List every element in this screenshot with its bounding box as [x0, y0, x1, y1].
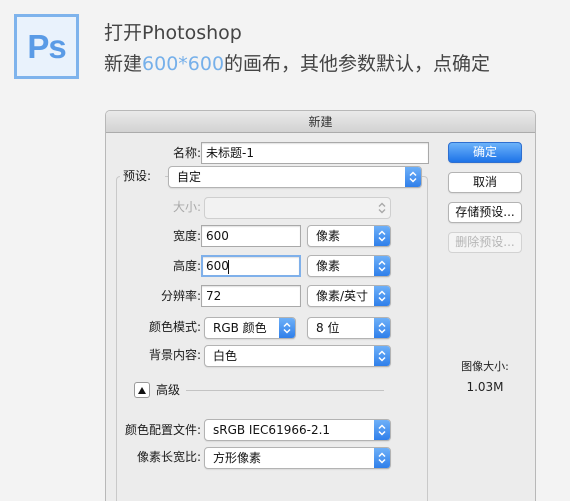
height-label: 高度:	[172, 259, 201, 273]
color-profile-select[interactable]: sRGB IEC61966-2.1	[204, 419, 391, 441]
ok-button[interactable]: 确定	[448, 142, 522, 163]
advanced-label: 高级	[156, 383, 181, 397]
width-label: 宽度:	[172, 229, 201, 243]
dialog-title: 新建	[106, 111, 535, 133]
pixel-aspect-label: 像素长宽比:	[136, 450, 201, 464]
chevron-updown-icon	[374, 318, 390, 338]
pixel-aspect-value: 方形像素	[213, 451, 262, 465]
color-profile-label: 颜色配置文件:	[124, 423, 201, 437]
preset-select[interactable]: 自定	[168, 166, 422, 188]
photoshop-logo-text: Ps	[27, 27, 66, 65]
instruction-line-1: 打开Photoshop	[104, 22, 242, 44]
bit-depth-select[interactable]: 8 位	[307, 317, 391, 339]
width-input[interactable]: 600	[201, 225, 301, 247]
save-preset-button[interactable]: 存储预设...	[448, 202, 522, 223]
height-input[interactable]: 600	[201, 255, 301, 277]
resolution-label: 分辨率:	[160, 289, 201, 303]
color-mode-select[interactable]: RGB 颜色	[204, 317, 296, 339]
color-profile-value: sRGB IEC61966-2.1	[213, 423, 331, 437]
advanced-toggle-button[interactable]	[134, 382, 150, 398]
photoshop-logo-icon: Ps	[14, 14, 79, 79]
chevron-updown-icon	[374, 226, 390, 246]
height-unit-value: 像素	[316, 259, 341, 273]
size-select	[204, 197, 391, 219]
instruction-line-2: 新建600*600的画布，其他参数默认，点确定	[104, 49, 490, 80]
background-value: 白色	[213, 349, 238, 363]
color-mode-label: 颜色模式:	[148, 320, 201, 334]
name-input[interactable]: 未标题-1	[201, 142, 429, 164]
resolution-input[interactable]: 72	[201, 285, 301, 307]
height-value: 600	[206, 259, 229, 273]
cancel-button[interactable]: 取消	[448, 172, 522, 193]
bit-depth-value: 8 位	[316, 321, 340, 335]
image-size-label: 图像大小:	[461, 360, 509, 373]
advanced-divider	[186, 390, 384, 391]
text-caret	[227, 259, 229, 274]
width-unit-value: 像素	[316, 229, 341, 243]
preset-value: 自定	[177, 170, 202, 184]
height-unit-select[interactable]: 像素	[307, 255, 391, 277]
instruction-suffix: 的画布，其他参数默认，点确定	[224, 53, 491, 75]
instruction-text: 打开Photoshop 新建600*600的画布，其他参数默认，点确定	[104, 18, 490, 80]
instruction-highlight: 600*600	[142, 53, 225, 75]
chevron-updown-icon	[374, 346, 390, 366]
background-label: 背景内容:	[148, 348, 201, 362]
name-label: 名称:	[172, 146, 201, 160]
chevron-updown-icon	[279, 318, 295, 338]
color-mode-value: RGB 颜色	[213, 321, 267, 335]
image-size-value: 1.03M	[466, 380, 504, 394]
chevron-updown-icon	[374, 286, 390, 306]
new-document-dialog: 新建 名称: 未标题-1 预设: 自定 大小: 宽度: 600 像素 高度: 6…	[105, 110, 536, 501]
chevron-updown-icon	[374, 448, 390, 468]
resolution-unit-select[interactable]: 像素/英寸	[307, 285, 391, 307]
preset-label: 预设:	[120, 166, 165, 186]
chevron-updown-icon	[405, 167, 421, 187]
chevron-updown-icon	[374, 256, 390, 276]
delete-preset-button: 删除预设...	[448, 232, 522, 253]
instruction-prefix: 新建	[104, 53, 143, 75]
chevron-updown-icon	[374, 420, 390, 440]
background-select[interactable]: 白色	[204, 345, 391, 367]
chevron-updown-icon	[374, 198, 390, 218]
resolution-unit-value: 像素/英寸	[316, 289, 369, 303]
width-unit-select[interactable]: 像素	[307, 225, 391, 247]
triangle-up-icon	[138, 386, 146, 394]
size-label: 大小:	[172, 200, 201, 214]
pixel-aspect-select[interactable]: 方形像素	[204, 447, 391, 469]
